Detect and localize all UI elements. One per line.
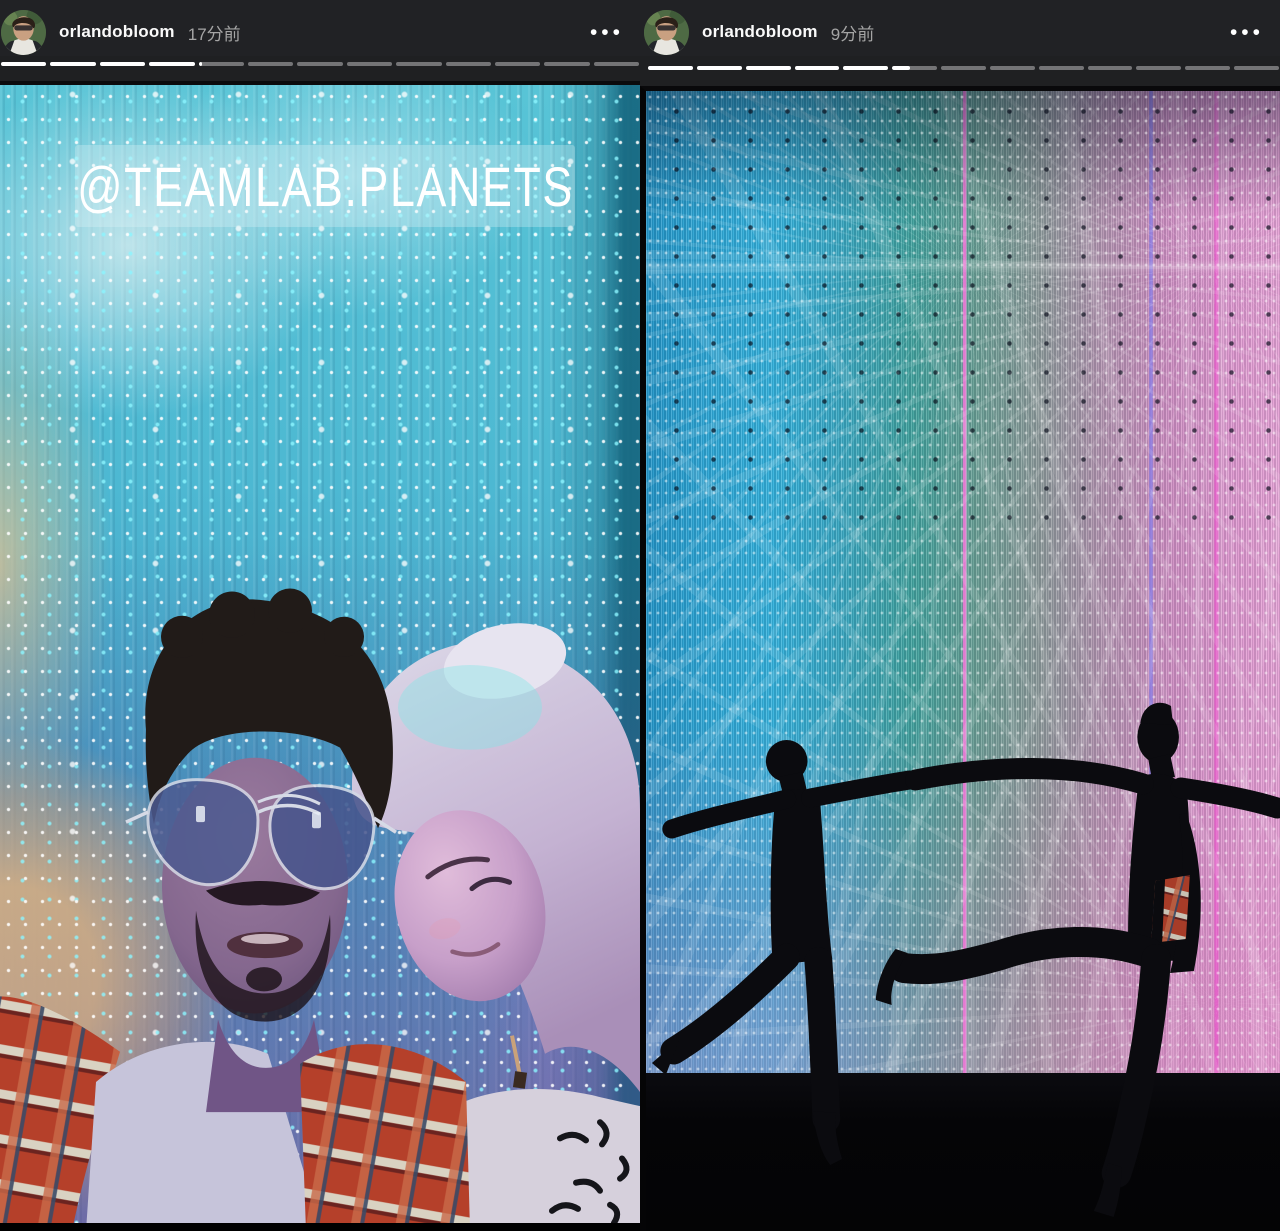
progress-segment [248,62,293,66]
mention-sticker[interactable]: @TEAMLAB.PLANETS [75,145,575,227]
progress-segment [544,62,589,66]
progress-segment [795,66,840,70]
instagram-stories-view: orlandobloom 17分前 ••• @TEAMLAB.PLANETS [0,0,1280,1231]
progress-segment [50,62,95,66]
progress-segment [347,62,392,66]
timestamp: 17分前 [188,20,241,45]
more-options-icon[interactable]: ••• [584,22,630,43]
progress-segment [990,66,1035,70]
progress-segment [495,62,540,66]
progress-segment [1,62,46,66]
progress-segment [1136,66,1181,70]
progress-segment [843,66,888,70]
story-media-right[interactable] [640,86,1280,1231]
avatar[interactable] [644,10,689,55]
letterbox-bar [0,1223,640,1231]
avatar-image [1,10,46,55]
progress-segment [149,62,194,66]
progress-segment [746,66,791,70]
dancers-silhouette [646,91,1280,1231]
progress-segment [697,66,742,70]
progress-segment [297,62,342,66]
username[interactable]: orlandobloom [702,22,818,42]
timestamp: 9分前 [831,20,874,45]
story-media-left[interactable]: @TEAMLAB.PLANETS [0,81,640,1231]
progress-segment [594,62,639,66]
story-progress-bar [1,62,639,66]
mention-text: @TEAMLAB.PLANETS [77,154,574,219]
username[interactable]: orlandobloom [59,22,175,42]
silhouette-dancer-left [652,740,910,1165]
progress-segment [199,62,244,66]
story-progress-bar [648,66,1279,70]
silhouette-dancer-right [876,703,1277,1217]
avatar-image [644,10,689,55]
progress-segment [396,62,441,66]
avatar[interactable] [1,10,46,55]
progress-segment [446,62,491,66]
progress-segment [1185,66,1230,70]
selfie-illustration [0,85,640,1231]
progress-segment [892,66,937,70]
progress-segment [1088,66,1133,70]
story-left: orlandobloom 17分前 ••• @TEAMLAB.PLANETS [0,0,640,1231]
progress-segment [648,66,693,70]
story-header: orlandobloom 17分前 ••• [0,0,640,56]
story-header: orlandobloom 9分前 ••• [640,0,1280,56]
progress-segment [100,62,145,66]
progress-segment [1039,66,1084,70]
progress-segment [941,66,986,70]
story-right: orlandobloom 9分前 ••• [640,0,1280,1231]
progress-segment [1234,66,1279,70]
more-options-icon[interactable]: ••• [1224,22,1270,43]
